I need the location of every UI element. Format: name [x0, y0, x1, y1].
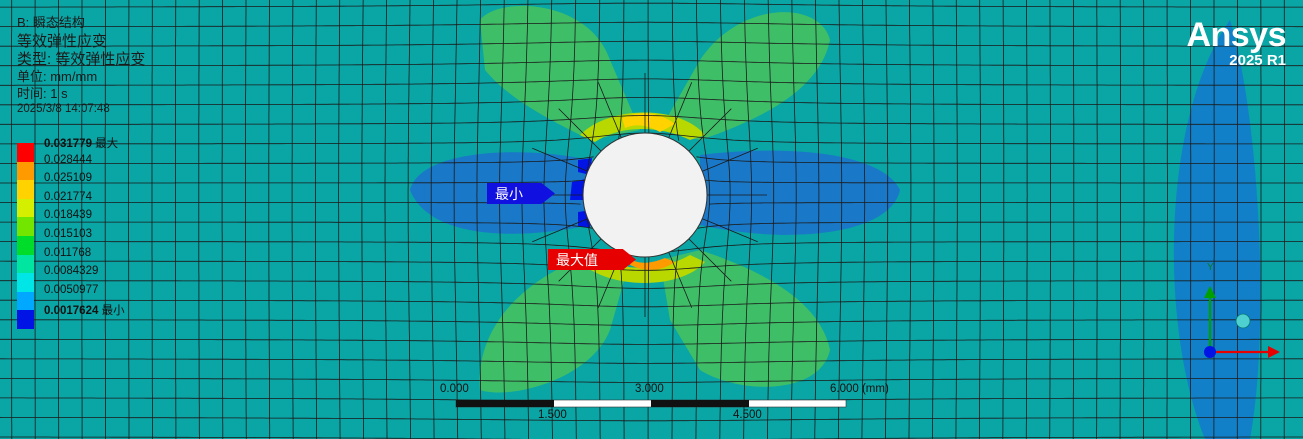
legend-label: 0.0050977	[44, 284, 98, 296]
logo-version: 2025 R1	[1229, 52, 1286, 69]
legend-row[interactable]	[17, 217, 34, 237]
ansys-logo: Ansys 2025 R1	[1186, 18, 1286, 70]
contour-plot[interactable]	[0, 0, 1303, 439]
legend-value: 0.011768	[44, 246, 92, 259]
triad-y-label: Y	[1207, 262, 1214, 273]
scale-label-1-5: 1.500	[538, 409, 567, 421]
legend-label: 0.0017624 最小	[44, 302, 125, 318]
legend-row[interactable]	[17, 180, 34, 200]
legend-suffix: 最小	[98, 305, 125, 318]
scale-label-3: 3.000	[635, 383, 664, 395]
legend-row[interactable]	[17, 236, 34, 255]
legend-value: 0.015103	[44, 228, 92, 240]
legend-label: 0.0084329	[44, 265, 98, 277]
legend-row[interactable]	[17, 198, 34, 218]
scale-bar	[455, 399, 847, 408]
legend-label: 0.021774	[44, 191, 92, 203]
max-probe-label: 最大值	[556, 251, 598, 268]
legend-label: 0.015103	[44, 228, 92, 240]
legend-swatch	[17, 236, 34, 255]
min-probe-label: 最小	[495, 185, 523, 202]
legend-value: 0.0084329	[44, 265, 99, 278]
legend-value: 0.031779	[44, 138, 92, 150]
legend-suffix: 最大	[91, 138, 119, 150]
scale-bar-seg-3	[651, 400, 749, 407]
time-label: 时间: 1 s	[17, 86, 68, 101]
scale-bar-seg-1	[456, 400, 554, 407]
hole	[582, 132, 708, 258]
legend-label: 0.028444	[44, 154, 92, 166]
max-probe-tag[interactable]: 最大值	[548, 249, 636, 270]
legend-label: 0.018439	[44, 209, 92, 221]
legend-value: 0.0050977	[44, 283, 99, 296]
scale-label-0: 0.000	[440, 383, 469, 395]
legend-swatch	[17, 310, 34, 330]
legend-swatch	[17, 217, 34, 237]
logo-brand: Ansys	[1186, 16, 1286, 54]
legend-swatch	[17, 180, 34, 200]
legend-value: 0.018439	[44, 209, 92, 222]
legend-row[interactable]	[17, 161, 34, 181]
legend-swatch	[17, 198, 34, 218]
graphics-viewport[interactable]: B: 瞬态结构 等效弹性应变 类型: 等效弹性应变 单位: mm/mm 时间: …	[0, 0, 1303, 439]
legend-row[interactable]	[17, 291, 34, 311]
legend-label: 0.025109	[44, 172, 92, 184]
legend-value: 0.028444	[44, 153, 92, 166]
legend-label: 0.031779 最大	[44, 135, 118, 151]
legend-value: 0.021774	[44, 190, 92, 203]
timestamp: 2025/3/8 14:07:48	[17, 103, 110, 115]
legend-value: 0.0017624	[44, 305, 99, 318]
legend-label: 0.011768	[44, 247, 91, 259]
scale-label-4-5: 4.500	[733, 409, 762, 421]
scale-label-6: 6.000 (mm)	[830, 383, 889, 395]
legend-row[interactable]	[17, 310, 34, 330]
legend-row[interactable]	[17, 254, 34, 274]
legend-row[interactable]	[17, 273, 34, 293]
legend-swatch	[17, 291, 34, 311]
legend-row[interactable]	[17, 143, 34, 162]
analysis-name: B: 瞬态结构	[17, 15, 85, 30]
legend-swatch	[17, 254, 34, 274]
legend-swatch	[17, 143, 34, 162]
legend-value: 0.025109	[44, 172, 92, 185]
min-probe-tag[interactable]: 最小	[487, 183, 555, 204]
legend-swatch	[17, 161, 34, 181]
legend-swatch	[17, 273, 34, 293]
